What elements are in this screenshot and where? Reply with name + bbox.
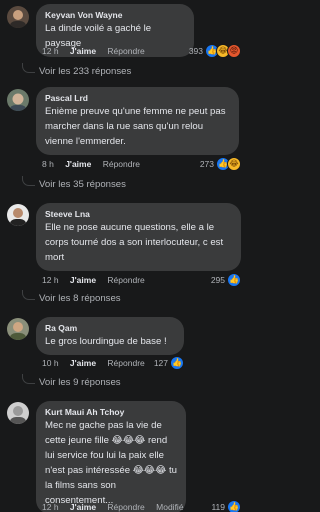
thread-line [22,289,35,300]
thread-line [22,62,35,73]
comment-author[interactable]: Kurt Maui Ah Tchoy [45,406,177,418]
comment-text: Mec ne gache pas la vie de cette jeune f… [45,420,177,506]
reaction-count: 273 [199,159,214,169]
comment-author[interactable]: Pascal Lrd [45,92,230,104]
like-reaction-icon: 👍 [227,500,241,512]
avatar[interactable] [7,318,29,340]
comment-bubble: Kurt Maui Ah Tchoy Mec ne gache pas la v… [36,401,186,512]
comment-bubble: Ra Qam Le gros lourdingue de base ! [36,317,184,355]
reply-button[interactable]: Répondre [107,46,144,56]
angry-reaction-icon: 😡 [227,44,241,58]
view-replies-label[interactable]: Voir les 35 réponses [39,179,126,190]
like-button[interactable]: J'aime [65,159,91,169]
view-replies-label[interactable]: Voir les 233 réponses [39,66,131,77]
reaction-summary[interactable]: 119 👍 [211,500,241,512]
reaction-summary[interactable]: 393 👍 😂 😡 [189,44,241,58]
comment-author[interactable]: Keyvan Von Wayne [45,9,185,21]
comment-text: Le gros lourdingue de base ! [45,336,167,347]
reaction-summary[interactable]: 295 👍 [211,273,241,287]
comment-author[interactable]: Ra Qam [45,322,175,334]
comment-bubble: Steeve Lna Elle ne pose aucune questions… [36,203,241,271]
avatar[interactable] [7,89,29,111]
comment-time[interactable]: 12 h [42,502,59,512]
comment-author[interactable]: Steeve Lna [45,208,232,220]
reply-button[interactable]: Répondre [107,502,144,512]
comment-actions: 8 h J'aime Répondre [42,157,149,171]
reply-button[interactable]: Répondre [107,358,144,368]
comment-feed: Keyvan Von Wayne La dinde voilé a gaché … [0,0,247,512]
view-replies[interactable]: Voir les 8 réponses [22,289,121,304]
avatar[interactable] [7,6,29,28]
reaction-count: 119 [211,502,225,512]
haha-reaction-icon: 😂 [227,157,241,171]
reaction-summary[interactable]: 127 👍 [154,356,184,370]
view-replies-label[interactable]: Voir les 9 réponses [39,377,121,388]
reaction-count: 127 [153,358,168,368]
view-replies[interactable]: Voir les 35 réponses [22,175,126,190]
comment-bubble: Pascal Lrd Enième preuve qu'une femme ne… [36,87,239,155]
comment-text: Elle ne pose aucune questions, elle a le… [45,222,224,263]
view-replies-label[interactable]: Voir les 8 réponses [39,293,121,304]
avatar[interactable] [7,204,29,226]
comment-actions: 12 h J'aime Répondre Modifié [42,500,193,512]
reaction-count: 295 [210,275,225,285]
like-button[interactable]: J'aime [70,502,96,512]
view-replies[interactable]: Voir les 9 réponses [22,373,121,388]
avatar[interactable] [7,402,29,424]
reaction-count: 393 [188,46,203,56]
like-button[interactable]: J'aime [70,275,96,285]
comment-actions: 10 h J'aime Répondre [42,356,154,370]
comment-time[interactable]: 12 h [42,46,59,56]
edited-label[interactable]: Modifié [156,502,183,512]
comment-time[interactable]: 10 h [42,358,59,368]
view-replies[interactable]: Voir les 233 réponses [22,62,131,77]
thread-line [22,175,35,186]
reaction-summary[interactable]: 273 👍 😂 [200,157,241,171]
like-reaction-icon: 👍 [227,273,241,287]
comment-text: Enième preuve qu'une femme ne peut pas m… [45,106,226,147]
like-button[interactable]: J'aime [70,358,96,368]
like-reaction-icon: 👍 [170,356,184,370]
comment-actions: 12 h J'aime Répondre [42,273,154,287]
reply-button[interactable]: Répondre [107,275,144,285]
comment-time[interactable]: 12 h [42,275,59,285]
comment-time[interactable]: 8 h [42,159,54,169]
like-button[interactable]: J'aime [70,46,96,56]
comment-actions: 12 h J'aime Répondre [42,44,154,58]
thread-line [22,373,35,384]
reply-button[interactable]: Répondre [103,159,140,169]
